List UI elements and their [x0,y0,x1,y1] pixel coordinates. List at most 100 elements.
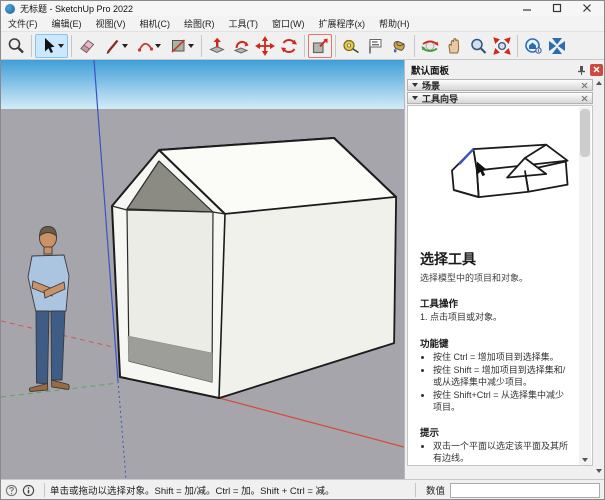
status-message: 单击或拖动以选择对象。Shift = 加/减。Ctrl = 加。Shift + … [50,483,410,497]
rotate-icon [279,36,299,56]
model-viewport[interactable] [1,60,404,479]
text-flag-icon [365,36,385,56]
maximize-button[interactable] [542,1,572,15]
title-bar: 无标题 - SketchUp Pro 2022 [1,1,604,16]
measurements-label: 数值 [426,483,445,497]
orbit-tool-button[interactable] [418,34,442,58]
minimize-button[interactable] [512,1,542,15]
zoom-window-button[interactable] [4,34,28,58]
select-tool-button[interactable] [35,34,68,58]
pan-hand-icon [444,36,464,56]
tape-measure-tool-button[interactable] [339,34,363,58]
minimize-icon [522,3,532,13]
instructor-title: 选择工具 [420,249,572,269]
modifier-header: 功能键 [420,336,572,350]
arc-tool-button[interactable] [132,34,165,58]
select-dropdown-caret[interactable] [58,44,64,48]
info-status-icon[interactable] [22,484,35,497]
zoom-tool-button[interactable] [466,34,490,58]
menu-draw[interactable]: 绘图(R) [177,16,222,32]
modifier-item: 按住 Shift = 增加项目到选择集和/或从选择集中减少项目。 [433,365,572,388]
operation-step: 1. 点击项目或对象。 [420,312,572,324]
follow-me-tool-button[interactable] [229,34,253,58]
shapes-dropdown-caret[interactable] [188,44,194,48]
pin-button[interactable] [575,64,588,76]
menu-bar: 文件(F) 编辑(E) 视图(V) 相机(C) 绘图(R) 工具(T) 窗口(W… [1,16,604,32]
zoom-extents-tool-button[interactable] [490,34,514,58]
scenes-remove-icon[interactable] [581,82,588,89]
menu-extensions[interactable]: 扩展程序(x) [312,16,373,32]
section-scenes[interactable]: 场景 [407,79,593,91]
push-pull-icon [207,36,227,56]
instructor-panel: 选择工具 选择模型中的项目和对象。 工具操作 1. 点击项目或对象。 功能键 按… [407,105,593,466]
tips-header: 提示 [420,425,572,439]
scale-icon [310,36,330,56]
rotate-tool-button[interactable] [277,34,301,58]
select-arrow-icon [39,36,57,56]
instructor-label: 工具向导 [422,92,581,105]
scenes-collapse-icon [412,83,418,87]
move-tool-button[interactable] [253,34,277,58]
tray-scroll-up-icon[interactable] [596,81,602,85]
tray-close-icon [593,66,600,73]
magnifier-icon [6,36,26,56]
tray-close-button[interactable] [590,64,603,76]
modifier-list: 按住 Ctrl = 增加项目到选择集。 按住 Shift = 增加项目到选择集和… [433,352,572,414]
menu-help[interactable]: 帮助(H) [372,16,417,32]
menu-tools[interactable]: 工具(T) [222,16,266,32]
shapes-tool-button[interactable] [165,34,198,58]
instructor-scroll-down-icon[interactable] [582,458,588,462]
geolocation-status-icon[interactable] [5,484,18,497]
getting-started-toolbar [1,32,604,60]
paint-bucket-tool-button[interactable] [387,34,411,58]
measurements-input[interactable] [450,483,600,498]
section-instructor[interactable]: 工具向导 [407,92,593,104]
instructor-subtitle: 选择模型中的项目和对象。 [420,271,572,284]
menu-edit[interactable]: 编辑(E) [45,16,89,32]
sketchup-logo-icon [5,4,15,14]
warehouse-button[interactable] [521,34,545,58]
zoom-extents-icon [492,36,512,56]
default-tray-panel: 默认面板 场景 工具向导 [404,60,605,479]
instructor-scrollbar-thumb[interactable] [580,109,590,157]
menu-camera[interactable]: 相机(C) [133,16,178,32]
sky [1,60,404,109]
orbit-icon [420,36,440,56]
move-icon [255,36,275,56]
eraser-tool-button[interactable] [75,34,99,58]
rectangle-icon [169,36,187,56]
arc-dropdown-caret[interactable] [155,44,161,48]
menu-file[interactable]: 文件(F) [1,16,45,32]
model-scene [1,60,404,479]
instructor-collapse-icon [412,96,418,100]
line-dropdown-caret[interactable] [122,44,128,48]
pin-icon [577,65,586,75]
close-icon [582,3,592,13]
menu-window[interactable]: 窗口(W) [265,16,312,32]
instructor-scrollbar[interactable] [579,107,591,465]
instructor-remove-icon[interactable] [581,95,588,102]
text-tool-button[interactable] [363,34,387,58]
menu-view[interactable]: 视图(V) [89,16,133,32]
follow-me-icon [231,36,251,56]
scale-tool-button[interactable] [308,34,332,58]
line-tool-button[interactable] [99,34,132,58]
modifier-item: 按住 Shift+Ctrl = 从选择集中减少项目。 [433,390,572,413]
pan-tool-button[interactable] [442,34,466,58]
maximize-icon [552,3,562,13]
layout-button[interactable] [545,34,569,58]
instructor-house-illustration [420,112,580,236]
push-pull-tool-button[interactable] [205,34,229,58]
instructor-content: 选择工具 选择模型中的项目和对象。 工具操作 1. 点击项目或对象。 功能键 按… [408,106,580,466]
close-button[interactable] [572,1,602,15]
arc-icon [136,36,154,56]
tray-title: 默认面板 [407,63,575,77]
tape-measure-icon [341,36,361,56]
tray-scroll-down-icon[interactable] [596,469,602,473]
figure-neck [44,247,52,254]
tip-item: 双击一个平面以选定该平面及其所有边线。 [433,441,572,464]
layout-icon [547,36,567,56]
status-bar: 单击或拖动以选择对象。Shift = 加/减。Ctrl = 加。Shift + … [1,479,604,500]
eraser-icon [77,36,97,56]
tray-scrollbar[interactable] [593,78,605,476]
